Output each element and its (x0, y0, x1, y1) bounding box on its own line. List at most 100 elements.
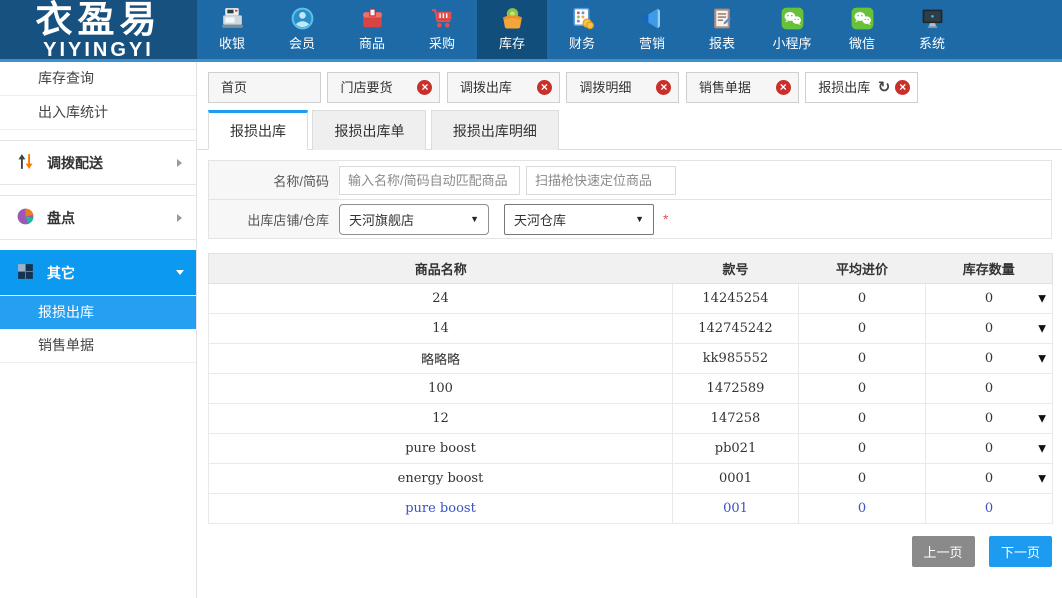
cell-style-no: 0001 (673, 464, 799, 494)
tab-sales-docs[interactable]: 销售单据 × (686, 72, 799, 103)
form-row-store: 出库店铺/仓库 天河旗舰店 ▼ 天河仓库 ▼ * (208, 199, 1052, 239)
table-row-selected[interactable]: pure boost 001 0 0 (209, 494, 1053, 524)
next-page-button[interactable]: 下一页 (989, 536, 1052, 567)
nav-item-cashier[interactable]: 收银 (197, 0, 267, 59)
table-row[interactable]: 12 147258 0 0▼ (209, 404, 1053, 434)
cell-avg-price: 0 (799, 374, 926, 404)
tab-label: 门店要货 (340, 80, 392, 95)
sidebar-item-inout-stats[interactable]: 出入库统计 (0, 96, 196, 130)
main-content: 首页 门店要货 × 调拨出库 × 调拨明细 × 销售单据 × 报损出库 ↻ × … (197, 62, 1062, 567)
app-logo[interactable]: 衣盈易 YIYINGYI (0, 0, 197, 59)
table-row[interactable]: 24 14245254 0 0▼ (209, 284, 1053, 314)
subtab-damage-outbound[interactable]: 报损出库 (208, 110, 308, 150)
nav-item-label: 库存 (499, 36, 525, 51)
dropdown-arrow-icon[interactable]: ▼ (1038, 323, 1046, 334)
cell-product-name: pure boost (209, 434, 673, 464)
cell-product-name: 100 (209, 374, 673, 404)
dropdown-arrow-icon[interactable]: ▼ (1038, 353, 1046, 364)
table-header-row: 商品名称 款号 平均进价 库存数量 (209, 254, 1053, 284)
nav-item-wechat[interactable]: 微信 (827, 0, 897, 59)
table-row[interactable]: 略略略 kk985552 0 0▼ (209, 344, 1053, 374)
required-asterisk: * (663, 211, 668, 227)
table-row[interactable]: pure boost pb021 0 0▼ (209, 434, 1053, 464)
tab-transfer-outbound[interactable]: 调拨出库 × (447, 72, 560, 103)
close-icon[interactable]: × (895, 80, 910, 95)
cell-avg-price: 0 (799, 344, 926, 374)
cell-stock-qty: 0▼ (926, 284, 1053, 314)
store-warehouse-label: 出库店铺/仓库 (209, 200, 339, 238)
dropdown-arrow-icon[interactable]: ▼ (1038, 443, 1046, 454)
nav-item-finance[interactable]: 财务 (547, 0, 617, 59)
tab-damage-outbound[interactable]: 报损出库 ↻ × (805, 72, 918, 103)
nav-item-system[interactable]: 系统 (897, 0, 967, 59)
sidebar-item-transfer[interactable]: 调拨配送 (0, 140, 196, 185)
sidebar-item-stocktake[interactable]: 盘点 (0, 195, 196, 240)
main-nav: 收银 会员 商品 采购 库存 财务 营销 报表 (197, 0, 1062, 59)
warehouse-select[interactable]: 天河仓库 ▼ (504, 204, 654, 235)
tab-store-request[interactable]: 门店要货 × (327, 72, 440, 103)
cell-product-name: 14 (209, 314, 673, 344)
nav-item-label: 营销 (639, 36, 665, 51)
name-code-input[interactable] (339, 166, 520, 195)
nav-item-marketing[interactable]: 营销 (617, 0, 687, 59)
close-icon[interactable]: × (656, 80, 671, 95)
tab-home[interactable]: 首页 (208, 72, 321, 103)
nav-item-label: 商品 (359, 36, 385, 51)
nav-item-label: 采购 (429, 36, 455, 51)
product-table: 商品名称 款号 平均进价 库存数量 24 14245254 0 0▼ 14 14… (208, 253, 1053, 524)
sidebar-item-label: 调拨配送 (47, 153, 103, 173)
miniprogram-icon (757, 5, 827, 35)
nav-item-member[interactable]: 会员 (267, 0, 337, 59)
chevron-right-icon (177, 159, 182, 167)
cell-stock-qty: 0▼ (926, 314, 1053, 344)
cell-style-no: 147258 (673, 404, 799, 434)
col-stock-qty: 库存数量 (926, 254, 1053, 284)
nav-item-goods[interactable]: 商品 (337, 0, 407, 59)
table-row[interactable]: 14 142745242 0 0▼ (209, 314, 1053, 344)
dropdown-arrow-icon[interactable]: ▼ (1038, 293, 1046, 304)
subtab-damage-outbound-order[interactable]: 报损出库单 (312, 110, 426, 150)
sidebar-item-label: 报损出库 (38, 304, 94, 320)
sidebar-item-other[interactable]: 其它 (0, 250, 196, 295)
sidebar-item-damage-outbound[interactable]: 报损出库 (0, 295, 196, 329)
col-avg-price: 平均进价 (799, 254, 926, 284)
close-icon[interactable]: × (776, 80, 791, 95)
store-select[interactable]: 天河旗舰店 ▼ (339, 204, 489, 235)
nav-item-miniprogram[interactable]: 小程序 (757, 0, 827, 59)
logo-subtitle: YIYINGYI (0, 40, 197, 59)
prev-page-button[interactable]: 上一页 (912, 536, 975, 567)
subtab-damage-outbound-detail[interactable]: 报损出库明细 (431, 110, 559, 150)
nav-item-label: 小程序 (772, 36, 811, 51)
sidebar: 库存查询 出入库统计 调拨配送 盘点 其它 报损出库 销售单据 (0, 62, 197, 598)
scanner-input[interactable] (526, 166, 676, 195)
refresh-icon[interactable]: ↻ (878, 73, 891, 102)
close-icon[interactable]: × (417, 80, 432, 95)
cell-avg-price: 0 (799, 404, 926, 434)
transfer-icon (16, 152, 35, 174)
open-tabs-bar: 首页 门店要货 × 调拨出库 × 调拨明细 × 销售单据 × 报损出库 ↻ × (197, 62, 1062, 103)
cell-product-name: 略略略 (209, 344, 673, 374)
subtab-bar: 报损出库 报损出库单 报损出库明细 (197, 109, 1062, 150)
nav-item-label: 微信 (849, 36, 875, 51)
dropdown-arrow-icon: ▼ (470, 214, 479, 224)
dropdown-arrow-icon[interactable]: ▼ (1038, 473, 1046, 484)
close-icon[interactable]: × (537, 80, 552, 95)
goods-icon (337, 5, 407, 35)
nav-item-inventory[interactable]: 库存 (477, 0, 547, 59)
nav-item-reports[interactable]: 报表 (687, 0, 757, 59)
table-row[interactable]: energy boost 0001 0 0▼ (209, 464, 1053, 494)
sidebar-item-sales-docs[interactable]: 销售单据 (0, 329, 196, 363)
cell-style-no: 14245254 (673, 284, 799, 314)
nav-item-purchase[interactable]: 采购 (407, 0, 477, 59)
nav-item-label: 会员 (289, 36, 315, 51)
nav-item-label: 收银 (219, 36, 245, 51)
sidebar-item-stock-query[interactable]: 库存查询 (0, 62, 196, 96)
tab-label: 调拨明细 (579, 80, 631, 95)
pagination: 上一页 下一页 (197, 536, 1052, 567)
cell-product-name: energy boost (209, 464, 673, 494)
dropdown-arrow-icon: ▼ (635, 214, 644, 224)
tab-transfer-detail[interactable]: 调拨明细 × (566, 72, 679, 103)
dropdown-arrow-icon[interactable]: ▼ (1038, 413, 1046, 424)
table-row[interactable]: 100 1472589 0 0 (209, 374, 1053, 404)
nav-item-label: 系统 (919, 36, 945, 51)
